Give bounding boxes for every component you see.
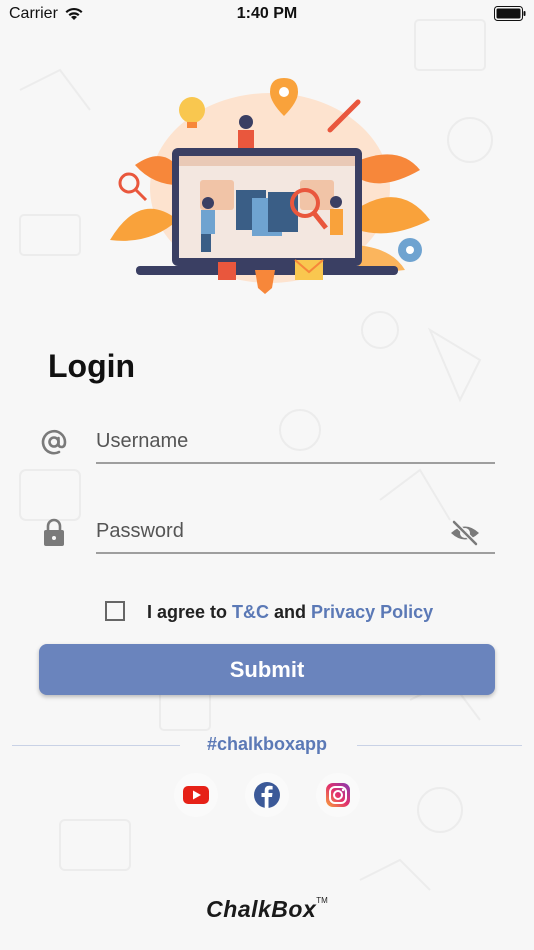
youtube-button[interactable] xyxy=(174,773,218,817)
terms-middle: and xyxy=(269,602,312,622)
battery-icon xyxy=(494,6,526,21)
terms-text: I agree to T&C and Privacy Policy xyxy=(147,602,433,623)
brand-logo: ChalkBoxTM xyxy=(0,896,534,923)
instagram-icon xyxy=(326,783,350,807)
privacy-policy-link[interactable]: Privacy Policy xyxy=(311,602,433,622)
lock-icon xyxy=(44,518,64,546)
hero-illustration xyxy=(110,78,430,294)
eye-slash-icon[interactable] xyxy=(449,520,481,546)
at-icon xyxy=(41,429,67,455)
terms-link[interactable]: T&C xyxy=(232,602,269,622)
brand-trademark: TM xyxy=(316,896,328,905)
page-title: Login xyxy=(48,348,136,384)
password-row xyxy=(38,508,495,558)
username-input[interactable] xyxy=(96,420,495,464)
clock: 1:40 PM xyxy=(236,5,298,22)
youtube-icon xyxy=(183,786,209,804)
password-input[interactable] xyxy=(96,510,495,554)
terms-checkbox[interactable] xyxy=(105,601,125,621)
submit-button[interactable]: Submit xyxy=(39,644,495,695)
brand-name: ChalkBox xyxy=(206,896,317,922)
terms-prefix: I agree to xyxy=(147,602,233,622)
instagram-button[interactable] xyxy=(316,773,360,817)
status-bar: Carrier 1:40 PM xyxy=(0,0,534,30)
terms-row: I agree to T&C and Privacy Policy xyxy=(105,600,465,626)
divider-right xyxy=(357,745,522,746)
facebook-icon xyxy=(254,782,280,808)
facebook-button[interactable] xyxy=(245,773,289,817)
username-row xyxy=(38,418,495,468)
